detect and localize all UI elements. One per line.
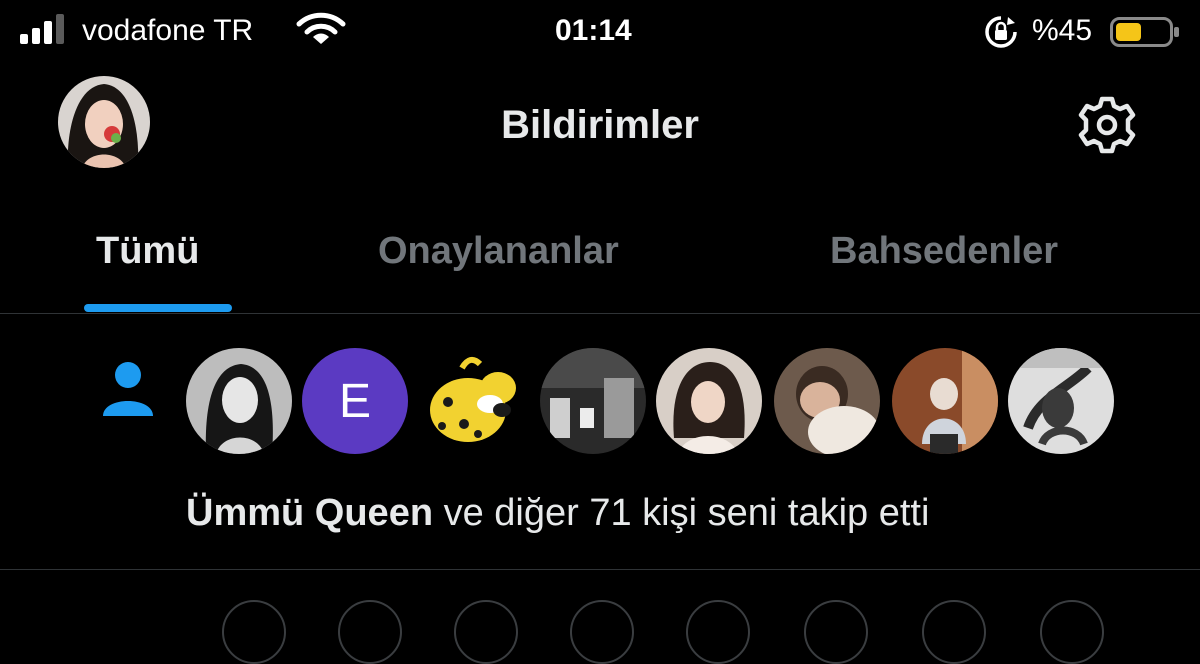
tab-verified[interactable]: Onaylananlar bbox=[378, 228, 619, 274]
follower-avatar[interactable] bbox=[892, 348, 998, 454]
follower-avatar[interactable] bbox=[418, 348, 524, 454]
avatar-placeholder bbox=[1040, 600, 1104, 664]
status-bar: vodafone TR 01:14 %45 bbox=[0, 0, 1200, 62]
follower-avatar[interactable]: E bbox=[302, 348, 408, 454]
avatar-placeholder bbox=[922, 600, 986, 664]
notification-message: ve diğer 71 kişi seni takip etti bbox=[443, 492, 930, 534]
avatar-placeholder bbox=[338, 600, 402, 664]
follower-avatar[interactable] bbox=[1008, 348, 1114, 454]
avatar-placeholder bbox=[222, 600, 286, 664]
app-header: Bildirimler bbox=[0, 62, 1200, 184]
avatar-placeholder bbox=[454, 600, 518, 664]
follower-avatar[interactable] bbox=[656, 348, 762, 454]
battery-percent: %45 bbox=[1032, 14, 1093, 47]
clock: 01:14 bbox=[555, 14, 632, 47]
page-title: Bildirimler bbox=[501, 103, 699, 147]
notification-tabs: Tümü Onaylananlar Bahsedenler bbox=[0, 196, 1200, 314]
carrier-label: vodafone TR bbox=[82, 14, 254, 47]
wifi-icon bbox=[296, 12, 346, 44]
tab-mentions[interactable]: Bahsedenler bbox=[830, 228, 1058, 274]
follower-name[interactable]: Ümmü Queen bbox=[186, 492, 433, 534]
next-notification-peek bbox=[0, 590, 1200, 664]
follower-avatar[interactable] bbox=[540, 348, 646, 454]
avatar-placeholder bbox=[570, 600, 634, 664]
avatar-placeholder bbox=[686, 600, 750, 664]
tab-all[interactable]: Tümü bbox=[96, 228, 199, 274]
settings-gear-icon[interactable] bbox=[1074, 92, 1140, 158]
active-tab-indicator bbox=[84, 304, 232, 312]
follow-notification[interactable]: E Ümmü Queen ve diğer 71 kişi seni takip… bbox=[0, 314, 1200, 570]
orientation-lock-icon bbox=[985, 16, 1017, 48]
avatar-placeholder bbox=[804, 600, 868, 664]
signal-icon bbox=[20, 14, 64, 44]
person-follow-icon bbox=[103, 362, 153, 416]
notification-text: Ümmü Queen ve diğer 71 kişi seni takip e… bbox=[186, 490, 929, 536]
battery-icon bbox=[1110, 17, 1179, 47]
follower-avatar[interactable] bbox=[774, 348, 880, 454]
follower-avatar[interactable] bbox=[186, 348, 292, 454]
